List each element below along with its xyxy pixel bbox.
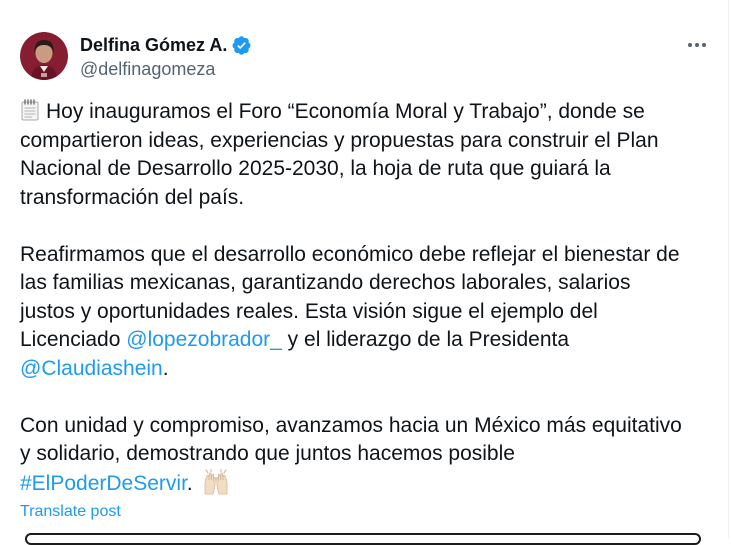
post-line: justos y oportunidades reales. Esta visi…: [20, 299, 598, 323]
post-line: transformación del país.: [20, 185, 245, 209]
more-options-button[interactable]: [682, 32, 712, 58]
post-line: Nacional de Desarrollo 2025-2030, la hoj…: [20, 157, 611, 180]
media-preview[interactable]: [25, 533, 701, 545]
post-text: Hoy inauguramos el Foro “Economía Moral …: [20, 98, 720, 498]
mention-link-claudiashein[interactable]: @Claudiashein: [20, 357, 163, 380]
post-line-text: Hoy inauguramos el Foro “Economía Moral …: [46, 100, 645, 123]
post-line: y solidario, demostrando que juntos hace…: [20, 442, 515, 465]
post-line: compartieron ideas, experiencias y propu…: [20, 128, 659, 152]
author-avatar[interactable]: [20, 32, 68, 80]
mention-link-lopezobrador[interactable]: @lopezobrador_: [126, 328, 282, 351]
post-line-text: .: [162, 356, 169, 380]
post-line-text: .: [186, 471, 193, 495]
author-handle[interactable]: @delfinagomeza: [80, 58, 215, 80]
post-line: Reafirmamos que el desarrollo económico …: [20, 242, 680, 266]
raising-hands-icon: [202, 468, 230, 495]
post-line: Con unidad y compromiso, avanzamos hacia…: [20, 413, 682, 437]
profile-photo-icon: [20, 32, 68, 80]
post-line: las familias mexicanas, garantizando der…: [20, 271, 631, 294]
author-display-name[interactable]: Delfina Gómez A.: [80, 33, 227, 57]
post-line: #ElPoderDeServir.: [20, 468, 720, 499]
post-line: Hoy inauguramos el Foro “Economía Moral …: [20, 98, 720, 127]
translate-post-link[interactable]: Translate post: [20, 502, 121, 522]
post-line: @Claudiashein.: [20, 355, 720, 384]
post-line: Licenciado @lopezobrador_ y el liderazgo…: [20, 326, 720, 355]
post-line-text: Licenciado: [20, 328, 127, 351]
post-line-text: y el liderazgo de la Presidenta: [281, 328, 570, 351]
spiral-notepad-icon: [20, 99, 40, 121]
hashtag-link[interactable]: #ElPoderDeServir: [20, 472, 187, 495]
author-name-row: Delfina Gómez A.: [80, 33, 252, 57]
verified-badge-icon[interactable]: [231, 35, 252, 56]
post-card: Delfina Gómez A. @delfinagomeza Hoy inau…: [0, 0, 729, 545]
more-options-icon: [688, 43, 706, 47]
